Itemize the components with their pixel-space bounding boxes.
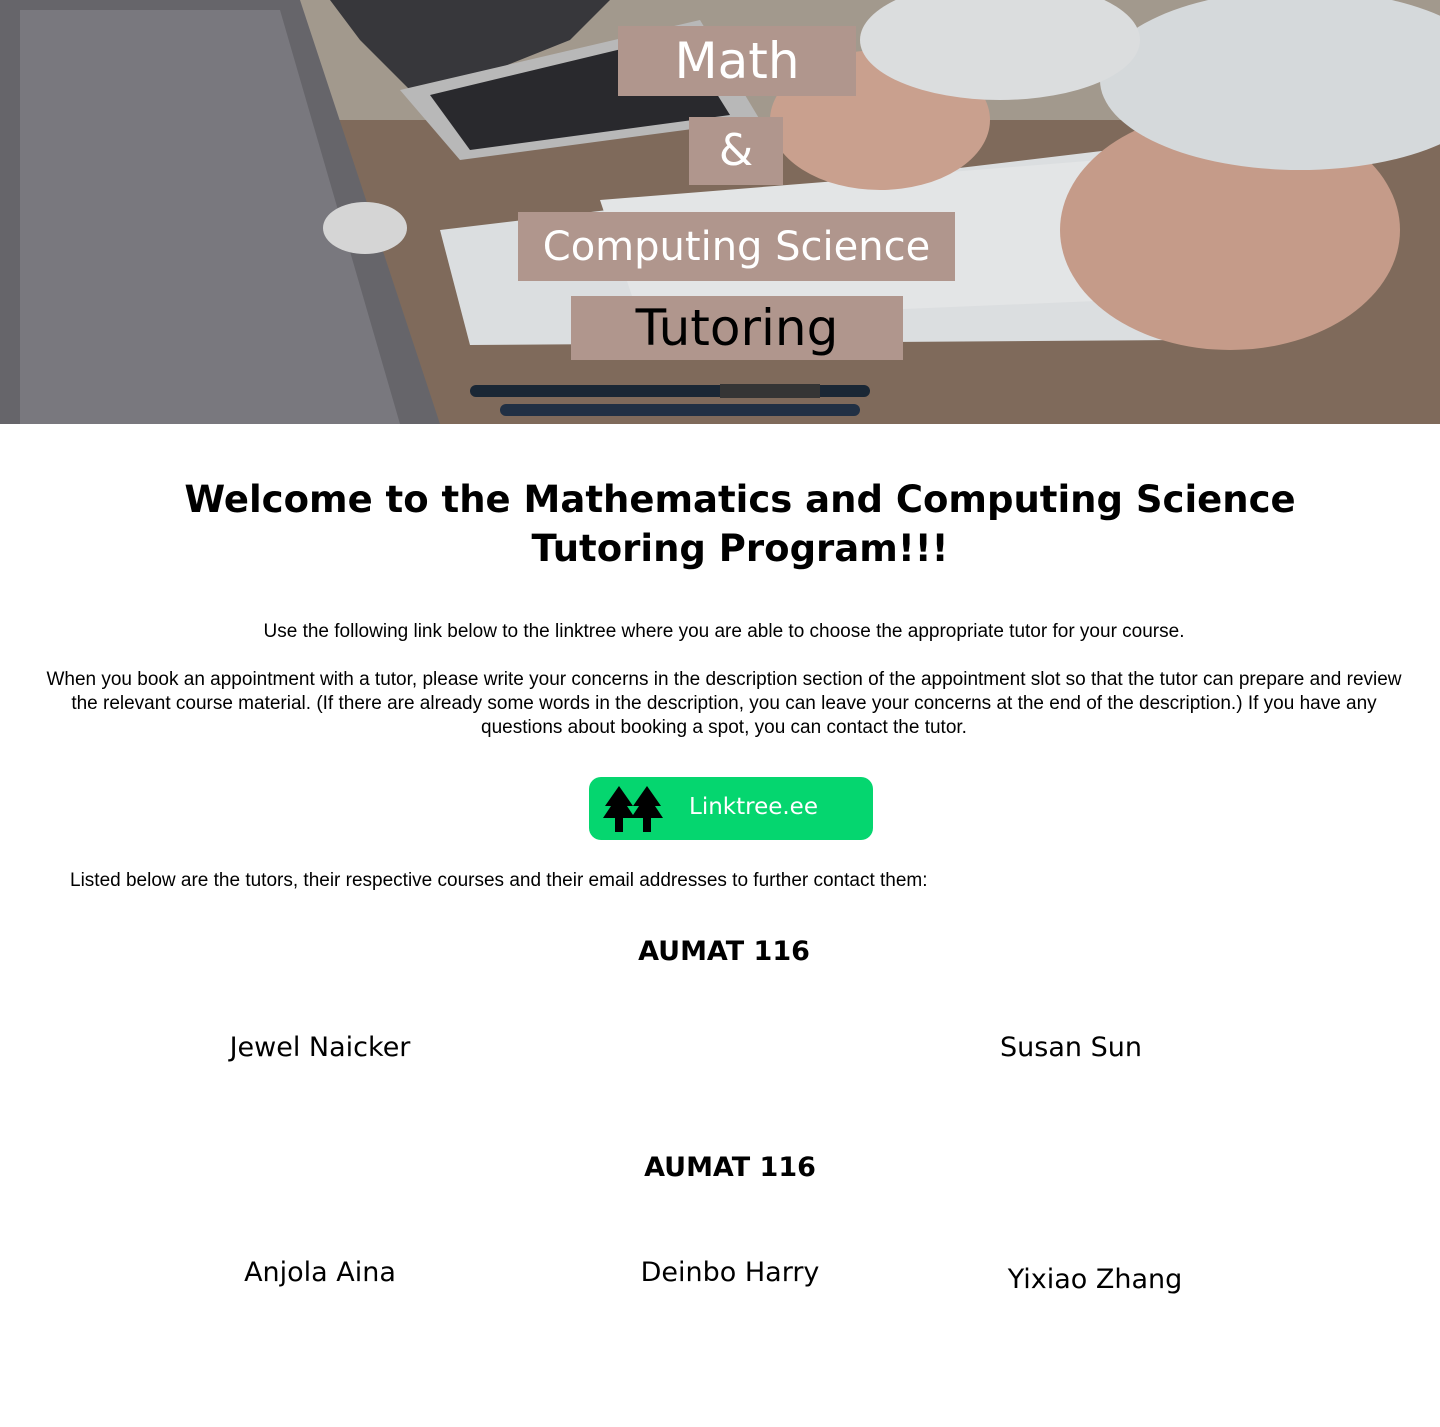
hero-title-tutoring: Tutoring: [571, 296, 903, 360]
hero-title-math: Math: [618, 26, 856, 96]
tutor-name: Jewel Naicker: [229, 1032, 411, 1063]
tutor-name: Yixiao Zhang: [1007, 1264, 1183, 1295]
tutor-name: Deinbo Harry: [640, 1257, 820, 1288]
course-heading: AUMAT 116: [638, 936, 810, 967]
hero-title-computing-science: Computing Science: [518, 212, 955, 281]
hero-title-ampersand: &: [689, 117, 783, 185]
tutor-name: Susan Sun: [1000, 1032, 1142, 1063]
page-title: Welcome to the Mathematics and Computing…: [184, 478, 1296, 570]
tutors-intro-text: Listed below are the tutors, their respe…: [70, 870, 928, 891]
intro-paragraph-link: Use the following link below to the link…: [263, 621, 1185, 642]
course-heading: AUMAT 116: [644, 1152, 816, 1183]
tutor-name: Anjola Aina: [244, 1257, 396, 1288]
linktree-button-label: Linktree.ee: [689, 794, 818, 820]
hero-banner: Math & Computing Science Tutoring: [0, 0, 1440, 424]
linktree-button[interactable]: Linktree.ee: [589, 777, 873, 840]
linktree-icon: [603, 786, 663, 832]
intro-paragraph-booking: When you book an appointment with a tuto…: [46, 669, 1402, 738]
